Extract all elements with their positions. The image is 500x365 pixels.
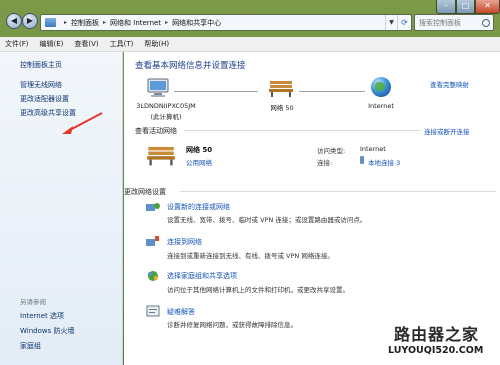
- menu-help[interactable]: 帮助(H): [144, 39, 169, 49]
- divider: [184, 130, 420, 131]
- watermark: 路由器之家 LUYOUQI520.COM: [380, 318, 500, 365]
- connect-network-icon: [146, 236, 159, 246]
- menu-view[interactable]: 查看(V): [74, 39, 98, 49]
- page-title: 查看基本网络信息并设置连接: [135, 61, 246, 71]
- troubleshoot-desc: 诊断并修复网络问题，或获得故障排除信息。: [167, 321, 297, 329]
- chevron-right-icon: ▸: [103, 19, 107, 26]
- setup-connection-desc: 设置无线、宽带、拨号、临时或 VPN 连接；或设置路由器或访问点。: [167, 216, 367, 224]
- network-node-label: 网络 50: [270, 104, 294, 112]
- connection-line: [174, 91, 258, 92]
- red-arrow-annotation: [62, 112, 103, 134]
- search-input[interactable]: 搜索控制面板: [414, 14, 494, 31]
- breadcrumb-item-sharing-center[interactable]: 网络和共享中心: [172, 18, 221, 28]
- menu-bar: 文件(F) 编辑(E) 查看(V) 工具(T) 帮助(H): [0, 37, 500, 52]
- setup-connection-link[interactable]: 设置新的连接或网络: [167, 202, 230, 212]
- back-button[interactable]: ◀: [6, 13, 22, 29]
- access-type-value: Internet: [360, 145, 386, 153]
- internet-options-link[interactable]: Internet 选项: [20, 311, 64, 321]
- minimize-button[interactable]: –: [436, 0, 456, 14]
- connection-line: [299, 91, 365, 92]
- control-panel-home-link[interactable]: 控制面板主页: [20, 60, 62, 70]
- local-connection-link[interactable]: 本地连接 3: [368, 157, 400, 167]
- window: – □ ✕ ◀ ▶ ▸ 控制面板 ▸ 网络和 Internet ▸ 网络和共享中…: [0, 0, 500, 365]
- address-dropdown-button[interactable]: ▼: [385, 15, 397, 30]
- chevron-right-icon: ▸: [64, 19, 68, 26]
- computer-icon: [147, 78, 169, 97]
- connect-to-network-desc: 连接到或重新连接到无线、有线、拨号或 VPN 网络连接。: [167, 252, 334, 260]
- navigation-pane: 控制面板主页 管理无线网络 更改适配器设置 更改高级共享设置 另请参阅 Inte…: [0, 52, 123, 365]
- breadcrumb-item-network-internet[interactable]: 网络和 Internet: [110, 18, 161, 28]
- adapter-settings-link[interactable]: 更改适配器设置: [20, 94, 69, 104]
- maximize-button[interactable]: □: [456, 0, 475, 14]
- address-bar[interactable]: ▸ 控制面板 ▸ 网络和 Internet ▸ 网络和共享中心 ▼ ⟳: [40, 14, 412, 31]
- homegroup-sharing-desc: 访问位于其他网络计算机上的文件和打印机，或更改共享设置。: [167, 286, 349, 294]
- homegroup-link[interactable]: 家庭组: [20, 341, 41, 351]
- internet-node-label: Internet: [368, 102, 394, 110]
- divider: [180, 191, 496, 192]
- menu-edit[interactable]: 编辑(E): [40, 39, 64, 49]
- forward-button[interactable]: ▶: [22, 13, 38, 29]
- search-icon[interactable]: [482, 18, 490, 27]
- active-network-bench-icon: [147, 146, 175, 166]
- control-panel-icon: [45, 18, 56, 27]
- new-connection-icon: [146, 203, 160, 211]
- watermark-url: LUYOUQI520.COM: [388, 345, 484, 356]
- connect-to-network-link[interactable]: 连接到网络: [167, 237, 202, 247]
- active-network-name: 网络 50: [186, 146, 213, 154]
- close-button[interactable]: ✕: [475, 0, 500, 14]
- see-also-heading: 另请参阅: [20, 298, 46, 306]
- computer-name: 3LDNDNIIPXC05JM: [136, 102, 196, 110]
- breadcrumb: ▸ 控制面板 ▸ 网络和 Internet ▸ 网络和共享中心: [60, 15, 221, 30]
- breadcrumb-item-control-panel[interactable]: 控制面板: [71, 18, 99, 28]
- internet-globe-icon: [371, 77, 391, 97]
- connections-label: 连接:: [317, 159, 333, 167]
- menu-tools[interactable]: 工具(T): [110, 39, 134, 49]
- homegroup-icon: [148, 271, 158, 281]
- connect-disconnect-link[interactable]: 连接或断开连接: [424, 126, 470, 136]
- chevron-right-icon: ▸: [165, 19, 169, 26]
- view-full-map-link[interactable]: 查看完整映射: [430, 79, 469, 89]
- change-settings-heading: 更改网络设置: [124, 188, 166, 196]
- manage-wireless-link[interactable]: 管理无线网络: [20, 80, 62, 90]
- active-networks-heading: 查看活动网络: [135, 127, 177, 135]
- windows-firewall-link[interactable]: Windows 防火墙: [20, 326, 74, 336]
- title-bar: – □ ✕ ◀ ▶ ▸ 控制面板 ▸ 网络和 Internet ▸ 网络和共享中…: [0, 0, 500, 40]
- refresh-button[interactable]: ⟳: [397, 15, 411, 30]
- watermark-title: 路由器之家: [394, 325, 480, 344]
- search-placeholder: 搜索控制面板: [419, 18, 461, 27]
- homegroup-sharing-link[interactable]: 选择家庭组和共享选项: [167, 271, 237, 281]
- menu-file[interactable]: 文件(F): [5, 39, 29, 49]
- troubleshoot-link[interactable]: 疑难解答: [167, 307, 195, 317]
- local-connection-icon: [360, 156, 364, 164]
- network-bench-icon: [269, 81, 293, 97]
- network-type-link[interactable]: 公用网络: [186, 157, 212, 167]
- access-type-label: 访问类型:: [317, 147, 346, 155]
- troubleshoot-icon: [146, 305, 160, 317]
- computer-subtitle: (此计算机): [150, 113, 182, 121]
